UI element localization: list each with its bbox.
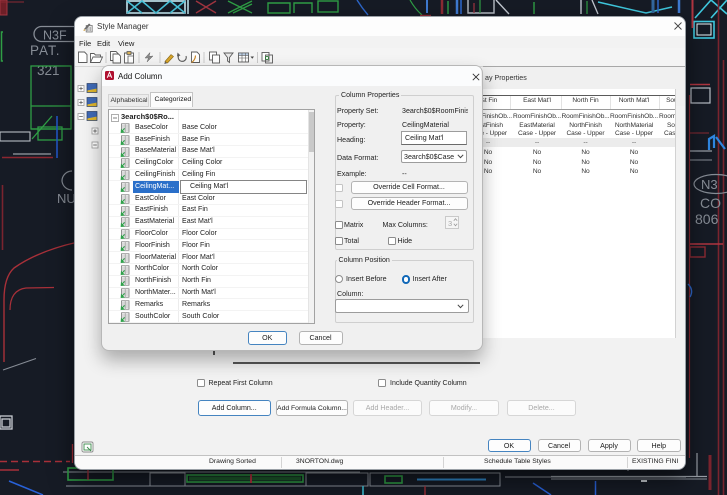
svg-text:N3F: N3F <box>43 29 67 43</box>
svg-text:CO: CO <box>700 195 721 211</box>
svg-text:PAT.: PAT. <box>30 43 61 58</box>
svg-text:NU: NU <box>57 191 76 206</box>
svg-text:N3: N3 <box>701 177 718 192</box>
svg-text:321: 321 <box>37 63 60 78</box>
svg-text:806: 806 <box>695 211 719 227</box>
